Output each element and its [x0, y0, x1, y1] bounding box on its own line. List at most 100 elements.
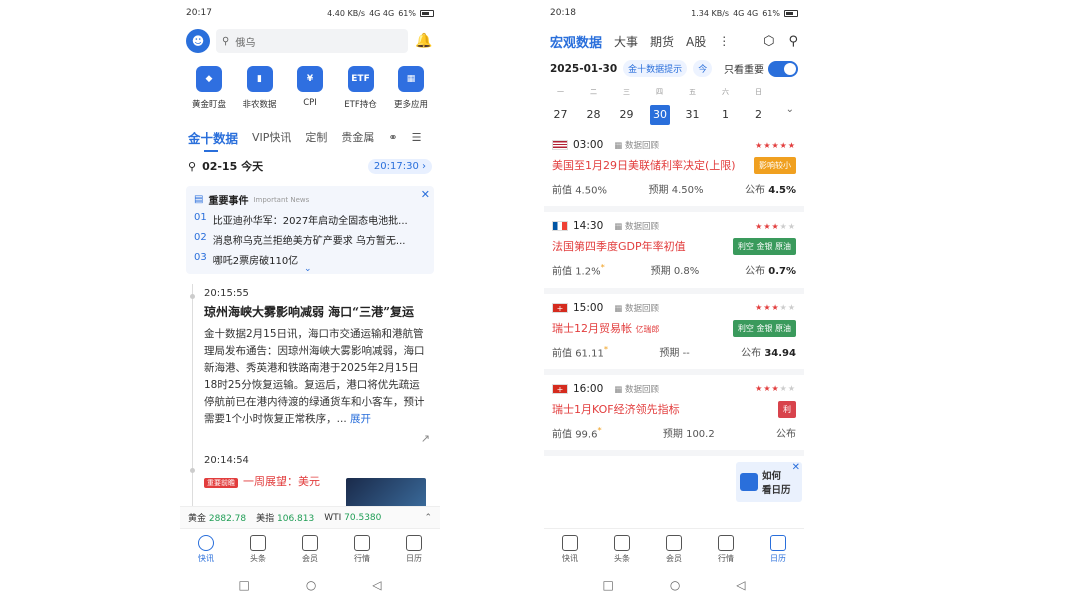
- tab-quotes[interactable]: 行情: [354, 535, 370, 564]
- important-news-item[interactable]: 01 比亚迪孙华军：2027年启动全固态电池批...: [194, 212, 426, 227]
- quick-app-item[interactable]: ◆ 黄金盯盘: [184, 66, 234, 110]
- value: 0.7%: [768, 266, 796, 278]
- tab-flash[interactable]: 快讯: [562, 535, 578, 564]
- item-number: 03: [194, 252, 207, 263]
- tab-headlines[interactable]: 头条: [614, 535, 630, 564]
- data-review-link[interactable]: ▦ 数据回顾: [614, 302, 659, 314]
- date-cell[interactable]: 30: [650, 105, 670, 125]
- data-review-label: 数据回顾: [625, 303, 660, 314]
- home-button[interactable]: ○: [306, 578, 316, 592]
- data-review-link[interactable]: ▦ 数据回顾: [614, 220, 659, 232]
- data-hint-button[interactable]: 金十数据提示: [623, 60, 688, 77]
- economic-event[interactable]: +16:00 ▦ 数据回顾 ★★★★★ 瑞士1月KOF经济领先指标 利前值 99.6*…: [544, 375, 804, 457]
- chevron-down-icon[interactable]: ⌄: [786, 104, 794, 115]
- tab-calendar[interactable]: 日历: [770, 535, 786, 564]
- chevron-up-icon[interactable]: ⌃: [424, 513, 432, 523]
- tab-macro-data[interactable]: 宏观数据: [550, 32, 602, 51]
- data-review-link[interactable]: ▦ 数据回顾: [614, 383, 659, 395]
- how-to-read-calendar-popup[interactable]: 如何 看日历 ✕: [736, 462, 802, 502]
- date-cell[interactable]: 29: [610, 105, 643, 125]
- ticker-gold[interactable]: 黄金 2882.78: [188, 511, 246, 524]
- bell-icon[interactable]: 🔔: [414, 33, 434, 49]
- status-bar: 20:17 4.40 KB/s 4G 4G 61%: [180, 0, 440, 26]
- tab-flash[interactable]: 快讯: [198, 535, 214, 564]
- quick-app-item[interactable]: ETF ETF持仓: [336, 66, 386, 110]
- refresh-time-pill[interactable]: 20:17:30 ›: [367, 158, 432, 174]
- value-label: 公布: [745, 185, 766, 196]
- tab-quotes[interactable]: 行情: [718, 535, 734, 564]
- tab-precious-metals[interactable]: 贵金属: [341, 129, 374, 145]
- expand-link[interactable]: 展开: [350, 413, 371, 425]
- chevron-down-icon[interactable]: ⌄: [304, 264, 312, 274]
- battery-percent: 61%: [762, 8, 780, 18]
- ticker-dxy[interactable]: 美指 106.813: [256, 511, 314, 524]
- value-label: 前值: [552, 185, 572, 197]
- value: 0.8%: [673, 266, 700, 278]
- tab-calendar[interactable]: 日历: [406, 535, 422, 564]
- economic-event[interactable]: 03:00 ▦ 数据回顾 ★★★★★ 美国至1月29日美联储利率决定(上限) 影响较小…: [544, 131, 804, 213]
- data-review-link[interactable]: ▦ 数据回顾: [614, 139, 659, 151]
- quick-app-item[interactable]: ▦ 更多应用: [386, 66, 436, 110]
- quick-app-item[interactable]: ¥ CPI: [285, 66, 335, 110]
- calendar-icon: [406, 535, 422, 551]
- tab-a-shares[interactable]: A股: [686, 33, 706, 50]
- toggle-switch[interactable]: [768, 60, 798, 77]
- tab-custom[interactable]: 定制: [305, 129, 327, 145]
- economic-event[interactable]: 14:30 ▦ 数据回顾 ★★★★★ 法国第四季度GDP年率初值 利空 金银 原油 前值…: [544, 212, 804, 294]
- close-icon[interactable]: ✕: [792, 462, 800, 473]
- weekday-label: 五: [689, 88, 696, 96]
- search-icon: ⚲: [222, 35, 230, 47]
- date-cell[interactable]: 2: [742, 105, 775, 125]
- tab-futures[interactable]: 期货: [650, 33, 674, 50]
- event-time: 16:00: [573, 382, 604, 395]
- more-dots-icon[interactable]: ⋮: [718, 34, 730, 48]
- revised-mark: *: [600, 262, 605, 273]
- flag-icon: [552, 221, 568, 232]
- important-news-item[interactable]: 02 消息称乌克兰拒绝美方矿产要求 乌方暂无...: [194, 232, 426, 247]
- important-only-toggle[interactable]: 只看重要: [724, 60, 798, 77]
- document-icon: ▤: [194, 194, 204, 205]
- recents-button[interactable]: □: [602, 578, 613, 592]
- date-cell[interactable]: 1: [709, 105, 742, 125]
- search-box[interactable]: ⚲ 俄乌: [216, 29, 408, 53]
- battery-icon: [420, 9, 434, 17]
- hexagon-icon[interactable]: ⬡: [763, 34, 774, 49]
- close-icon[interactable]: ✕: [421, 188, 430, 201]
- date-label-wrap[interactable]: ⚲ 02-15 今天: [188, 158, 263, 174]
- ticker-value: 70.5380: [344, 512, 382, 523]
- quick-app-item[interactable]: ▮ 非农数据: [235, 66, 285, 110]
- menu-icon[interactable]: ☰: [412, 131, 422, 144]
- value-label: 公布: [745, 266, 766, 278]
- avatar[interactable]: ☻: [186, 29, 210, 53]
- news-title[interactable]: 琼州海峡大雾影响减弱 海口“三港”复运: [204, 303, 430, 320]
- today-button[interactable]: 今: [693, 60, 713, 77]
- search-input[interactable]: 俄乌: [235, 34, 255, 49]
- selected-date[interactable]: 2025-01-30: [550, 63, 617, 75]
- news-item-preview[interactable]: 重要前瞻 一周展望：美元: [204, 470, 430, 508]
- tab-jin10-data[interactable]: 金十数据: [188, 128, 238, 152]
- search-icon[interactable]: ⚲: [788, 34, 798, 49]
- tab-events[interactable]: 大事: [614, 33, 638, 50]
- tab-member[interactable]: 会员: [666, 535, 682, 564]
- date-cell[interactable]: 31: [676, 105, 709, 125]
- recents-button[interactable]: □: [238, 578, 249, 592]
- battery-icon: [784, 9, 798, 17]
- date-cell[interactable]: 28: [577, 105, 610, 125]
- important-news-box: ▤ 重要事件 Important News 01 比亚迪孙华军：2027年启动全固…: [186, 186, 434, 274]
- share-icon[interactable]: ↗: [204, 428, 430, 449]
- ticker-wti[interactable]: WTI 70.5380: [324, 513, 381, 523]
- home-button[interactable]: ○: [670, 578, 680, 592]
- headphones-icon[interactable]: ⚭: [388, 131, 397, 144]
- search-icon: ⚲: [188, 159, 197, 173]
- back-button[interactable]: ◁: [372, 578, 381, 592]
- tab-vip-news[interactable]: VIP快讯: [252, 129, 291, 145]
- weekday-header: 一二三四五六日: [544, 81, 804, 97]
- tab-member[interactable]: 会员: [302, 535, 318, 564]
- flag-icon: +: [552, 383, 568, 394]
- tab-headlines[interactable]: 头条: [250, 535, 266, 564]
- forecast-value: 预期 100.2: [663, 425, 715, 440]
- value: 99.6: [575, 429, 598, 441]
- date-cell[interactable]: 27: [544, 105, 577, 125]
- back-button[interactable]: ◁: [736, 578, 745, 592]
- economic-event[interactable]: +15:00 ▦ 数据回顾 ★★★★★ 瑞士12月贸易帐 亿瑞郎 利空 金银 原油 前值 …: [544, 294, 804, 375]
